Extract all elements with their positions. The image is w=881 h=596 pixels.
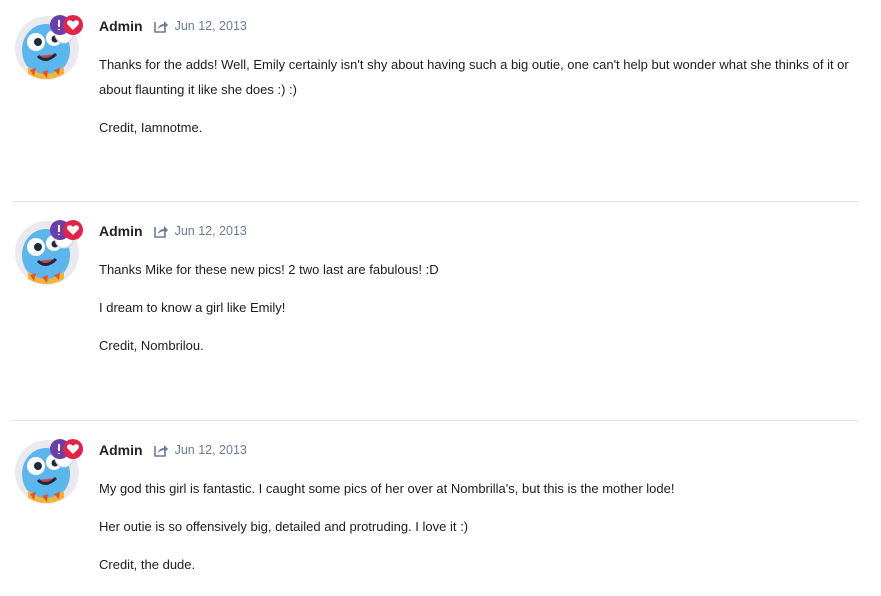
reaction-heart-badge-icon	[50, 439, 83, 459]
post-paragraph: Credit, Iamnotme.	[99, 120, 203, 135]
share-icon[interactable]	[153, 223, 169, 239]
post-header: Admin Jun 12, 2013	[99, 221, 247, 241]
author-avatar[interactable]	[14, 436, 84, 506]
author-name[interactable]: Admin	[99, 442, 143, 458]
post-paragraph: Thanks for the adds! Well, Emily certain…	[99, 57, 849, 97]
post-header: Admin Jun 12, 2013	[99, 440, 247, 460]
post-paragraph: Her outie is so offensively big, detaile…	[99, 519, 469, 534]
post-paragraph: Credit, the dude.	[99, 557, 196, 572]
author-avatar[interactable]	[14, 12, 84, 82]
post-header: Admin Jun 12, 2013	[99, 16, 247, 36]
post-date[interactable]: Jun 12, 2013	[175, 19, 247, 33]
post-body: Thanks Mike for these new pics! 2 two la…	[99, 257, 869, 371]
author-name[interactable]: Admin	[99, 223, 143, 239]
share-icon[interactable]	[153, 18, 169, 34]
post-paragraph: Credit, Nombrilou.	[99, 338, 204, 353]
post-divider	[12, 420, 859, 421]
author-name[interactable]: Admin	[99, 18, 143, 34]
reaction-heart-badge-icon	[50, 15, 83, 35]
post-date[interactable]: Jun 12, 2013	[175, 224, 247, 238]
post-body: My god this girl is fantastic. I caught …	[99, 476, 869, 590]
post-date[interactable]: Jun 12, 2013	[175, 443, 247, 457]
post-paragraph: My god this girl is fantastic. I caught …	[99, 481, 675, 496]
author-avatar[interactable]	[14, 217, 84, 287]
post-paragraph: Thanks Mike for these new pics! 2 two la…	[99, 262, 439, 277]
post-paragraph: I dream to know a girl like Emily!	[99, 300, 286, 315]
reaction-heart-badge-icon	[50, 220, 83, 240]
post-body: Thanks for the adds! Well, Emily certain…	[99, 52, 869, 153]
post-divider	[12, 201, 859, 202]
share-icon[interactable]	[153, 442, 169, 458]
